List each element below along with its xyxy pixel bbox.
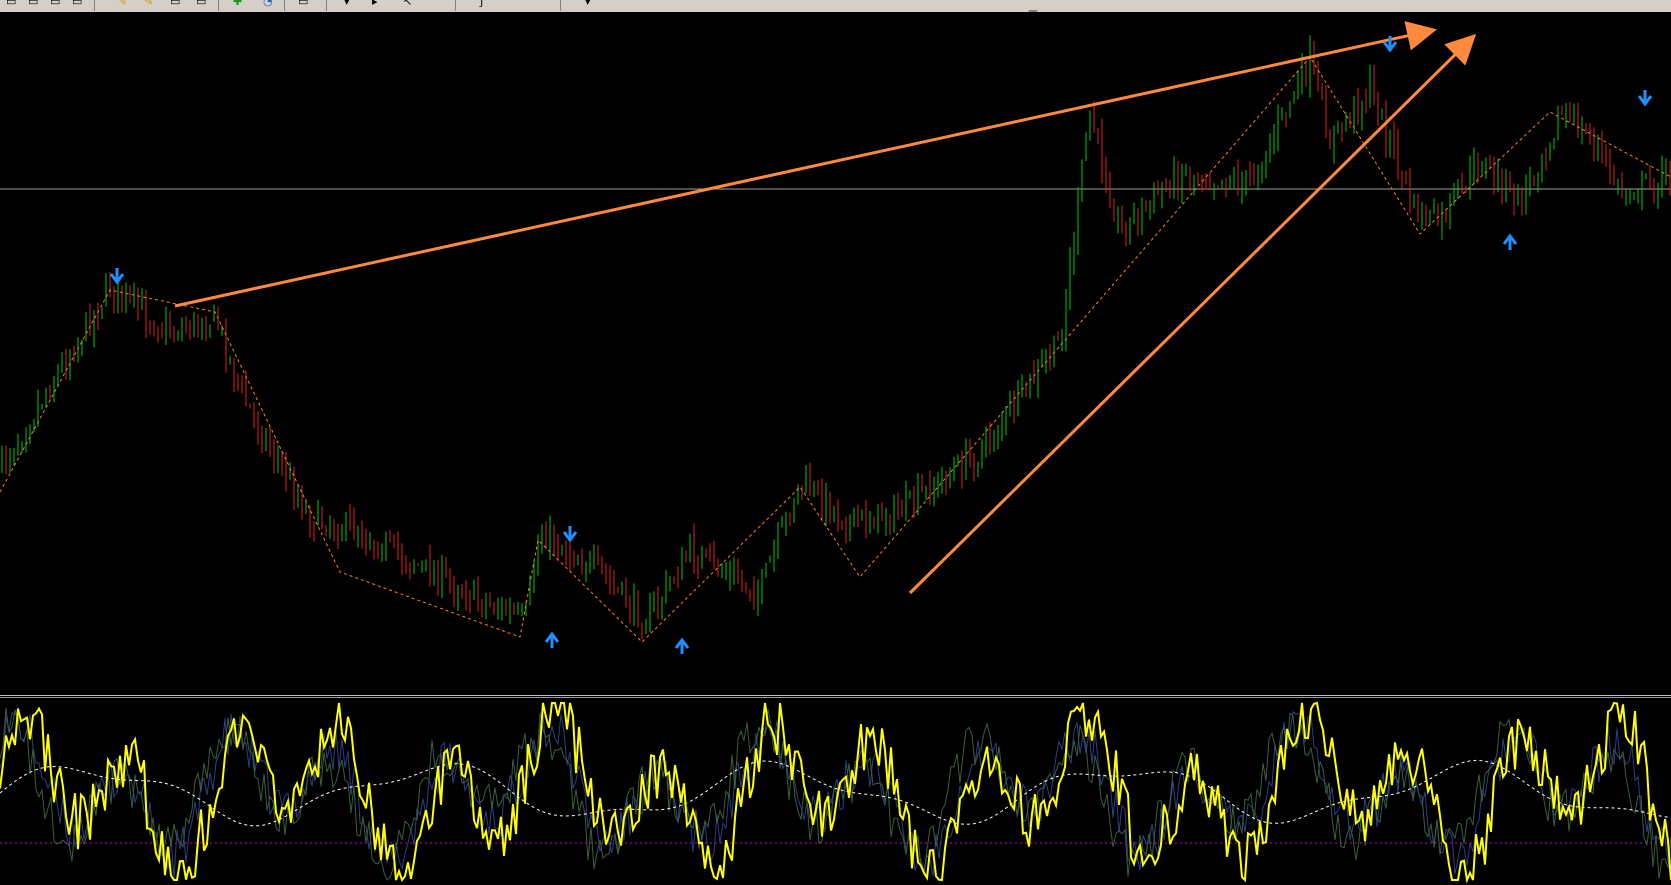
plus-icon: ✚: [233, 0, 243, 8]
signal-arrows-group: [109, 36, 1653, 654]
toolbar-separator: [94, 0, 95, 11]
oscillator-chart[interactable]: [0, 698, 1671, 885]
pen-button[interactable]: ✎: [144, 0, 153, 8]
arrow-down-button[interactable]: ▾: [344, 0, 350, 8]
cut-button[interactable]: ▭: [170, 0, 180, 8]
arrow-down-icon: [109, 268, 125, 285]
pen-icon: ✎: [144, 0, 154, 8]
fibonacci-icon: ƒ: [480, 0, 484, 8]
window-icon: ▭: [196, 0, 207, 8]
upper-trendline[interactable]: [174, 21, 1437, 308]
fibonacci-button[interactable]: ƒ: [480, 0, 484, 8]
cursor-icon: ↖: [403, 0, 413, 8]
zoom-in-button[interactable]: ✚: [233, 0, 242, 8]
toolbar-separator: [284, 0, 285, 11]
template-button[interactable]: ▭: [298, 0, 308, 8]
clock-icon: ◔: [263, 0, 273, 8]
tools-dropdown-button[interactable]: ▾: [585, 0, 591, 8]
arrow-down-icon: ▾: [344, 0, 350, 8]
copy-button[interactable]: ▭: [196, 0, 206, 8]
window-icon: ▭: [298, 0, 309, 8]
oscillator-smoothed-line-2: [0, 707, 1671, 881]
arrow-up-icon: [544, 631, 560, 648]
zigzag-line: [0, 56, 1671, 643]
candles-group: [1, 35, 1671, 640]
period-button[interactable]: ▸: [372, 0, 378, 8]
arrow-down-icon: [1637, 90, 1653, 107]
trendlines-group: [174, 21, 1477, 595]
arrow-down-icon: [562, 526, 578, 543]
window-icon: ▭: [72, 0, 83, 8]
rising-trendline[interactable]: [908, 33, 1477, 595]
arrow-up-icon: [674, 637, 690, 654]
new-chart-button[interactable]: ▭: [6, 0, 16, 8]
open-button[interactable]: ▭: [28, 0, 38, 8]
arrow-up-icon: [1502, 233, 1518, 250]
window-button[interactable]: ▭: [50, 0, 60, 8]
history-button[interactable]: ◔: [263, 0, 273, 8]
cursor-button[interactable]: ↖: [403, 0, 412, 8]
chevron-down-icon: ▾: [585, 0, 591, 8]
pencil-button[interactable]: ✎: [118, 0, 127, 8]
toolbar-separator: [560, 0, 561, 11]
toolbar-separator: [326, 0, 327, 11]
arrow-icon: ▸: [372, 0, 378, 8]
toolbar-separator: [455, 0, 456, 11]
tile-button[interactable]: ▭: [72, 0, 82, 8]
price-chart[interactable]: [0, 12, 1671, 695]
window-icon: ▭: [6, 0, 17, 8]
window-icon: ▭: [50, 0, 61, 8]
toolbar-separator: [218, 0, 219, 11]
window-icon: ▭: [170, 0, 181, 8]
pencil-icon: ✎: [118, 0, 128, 8]
window-icon: ▭: [28, 0, 39, 8]
